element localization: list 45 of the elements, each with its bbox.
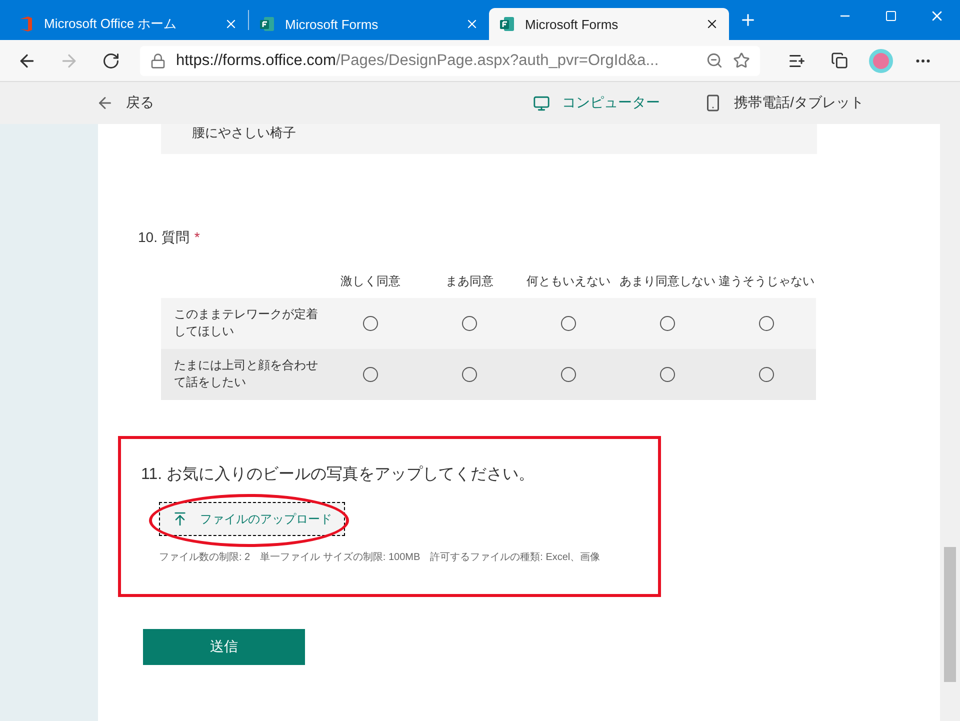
scrollbar-thumb[interactable] (944, 547, 956, 682)
row-label: このままテレワークが定着してほしい (161, 298, 321, 349)
star-icon[interactable] (733, 52, 750, 69)
refresh-icon[interactable] (102, 52, 120, 70)
maximize-icon[interactable] (885, 10, 897, 22)
lock-icon (150, 52, 166, 68)
submit-button[interactable]: 送信 (143, 629, 305, 665)
close-icon[interactable] (705, 17, 719, 31)
view-toggle[interactable]: 携帯電話/タブレット (704, 94, 864, 112)
upload-limits: ファイル数の制限: 2 単一ファイル サイズの制限: 100MB 許可するファイルの種類: Excel、画像 (159, 550, 602, 564)
radio-button[interactable] (759, 367, 774, 382)
column-header: 違うそうじゃない (718, 273, 816, 290)
radio-button[interactable] (561, 316, 576, 331)
upload-icon (172, 511, 188, 527)
monitor-icon (533, 94, 550, 112)
view-toggle[interactable]: コンピューター (533, 94, 660, 112)
forms-logo-icon (259, 16, 275, 32)
address-field[interactable]: https://forms.office.com/Pages/DesignPage.aspx?auth_pvr=OrgId&a... (140, 46, 760, 76)
profile-avatar[interactable] (869, 48, 893, 72)
zoom-out-icon[interactable] (706, 52, 723, 69)
required-mark: * (194, 229, 200, 245)
radio-button[interactable] (462, 367, 477, 382)
radio-button[interactable] (561, 367, 576, 382)
column-header: あまり同意しない (618, 273, 716, 290)
new-tab-icon[interactable] (739, 11, 757, 29)
back-link[interactable]: 戻る (96, 94, 154, 112)
office-logo-icon (18, 16, 34, 32)
column-header: 何ともいえない (526, 273, 612, 290)
radio-button[interactable] (660, 316, 675, 331)
option-text: 腰にやさしい椅子 (161, 124, 817, 154)
radio-button[interactable] (660, 367, 675, 382)
radio-button[interactable] (363, 367, 378, 382)
radio-button[interactable] (462, 316, 477, 331)
browser-tab[interactable]: Microsoft Forms (249, 8, 489, 40)
browser-tab[interactable]: Microsoft Forms (489, 8, 729, 40)
radio-button[interactable] (363, 316, 378, 331)
radio-button[interactable] (759, 316, 774, 331)
browser-tab[interactable]: Microsoft Office ホーム (8, 8, 248, 40)
forms-logo-icon (499, 16, 515, 32)
question-title: 10. 質問 * (138, 229, 201, 247)
question-title: 11. お気に入りのビールの写真をアップしてください。 (141, 464, 536, 485)
upload-button[interactable]: ファイルのアップロード (159, 502, 345, 536)
column-header: まあ同意 (444, 273, 494, 290)
column-header: 激しく同意 (340, 273, 402, 290)
row-label: たまには上司と顔を合わせて話をしたい (161, 349, 321, 400)
